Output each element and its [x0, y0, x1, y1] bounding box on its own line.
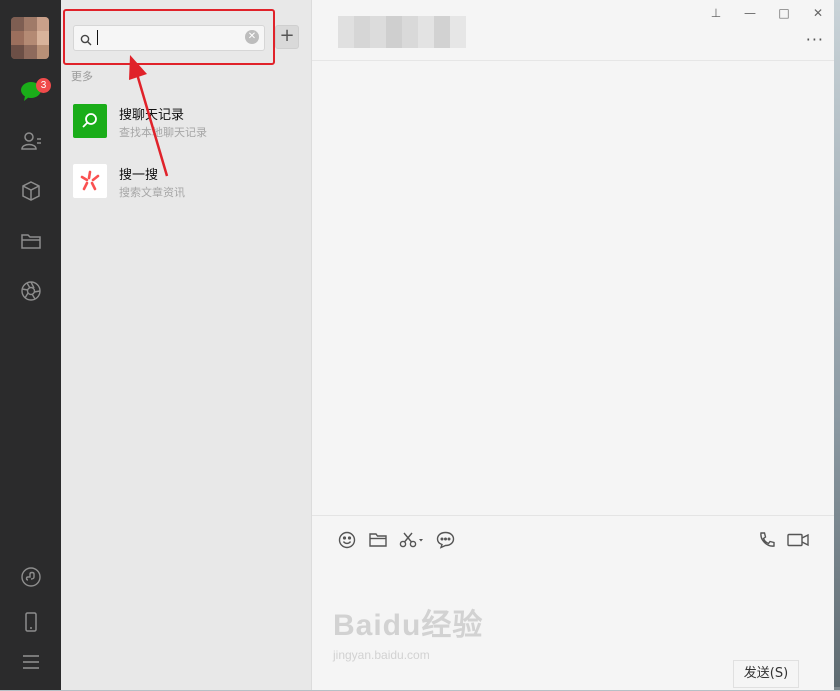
sidebar: 3: [0, 0, 61, 690]
message-area: [312, 61, 834, 515]
annotation-arrow: [129, 55, 169, 177]
unread-badge: 3: [36, 78, 51, 93]
more-options-button[interactable]: ···: [806, 30, 824, 49]
chat-header: ⊥ — □ ✕ ···: [312, 0, 834, 61]
send-button[interactable]: 发送(S): [733, 660, 799, 688]
chat-history-icon[interactable]: [434, 529, 456, 551]
watermark: Baidu经验 jingyan.baidu.com: [333, 600, 484, 662]
favorites-icon[interactable]: [18, 178, 44, 204]
watermark-logo: Baidu经验: [333, 609, 484, 642]
chat-window: ⊥ — □ ✕ ··· 发送(S): [312, 0, 834, 690]
desktop-background: [834, 0, 840, 690]
moments-icon[interactable]: [18, 278, 44, 304]
close-button[interactable]: ✕: [807, 4, 829, 22]
search-panel: ✕ + 更多 搜聊天记录 查找本地聊天记录 搜一搜 搜索文章资讯: [61, 0, 312, 690]
mini-program-icon[interactable]: [18, 564, 44, 590]
maximize-button[interactable]: □: [773, 4, 795, 22]
menu-icon[interactable]: [18, 649, 44, 675]
emoji-icon[interactable]: [336, 529, 358, 551]
avatar[interactable]: [11, 17, 49, 59]
files-icon[interactable]: [18, 228, 44, 254]
voice-call-icon[interactable]: [756, 529, 778, 551]
minimize-button[interactable]: —: [739, 4, 761, 22]
folder-icon[interactable]: [367, 529, 389, 551]
blurred-chat-title: [338, 16, 466, 48]
pin-button[interactable]: ⊥: [705, 4, 727, 22]
contacts-icon[interactable]: [18, 128, 44, 154]
phone-icon[interactable]: [18, 609, 44, 635]
watermark-url: jingyan.baidu.com: [333, 648, 430, 662]
scissors-icon[interactable]: [398, 529, 426, 551]
video-call-icon[interactable]: [786, 529, 810, 551]
